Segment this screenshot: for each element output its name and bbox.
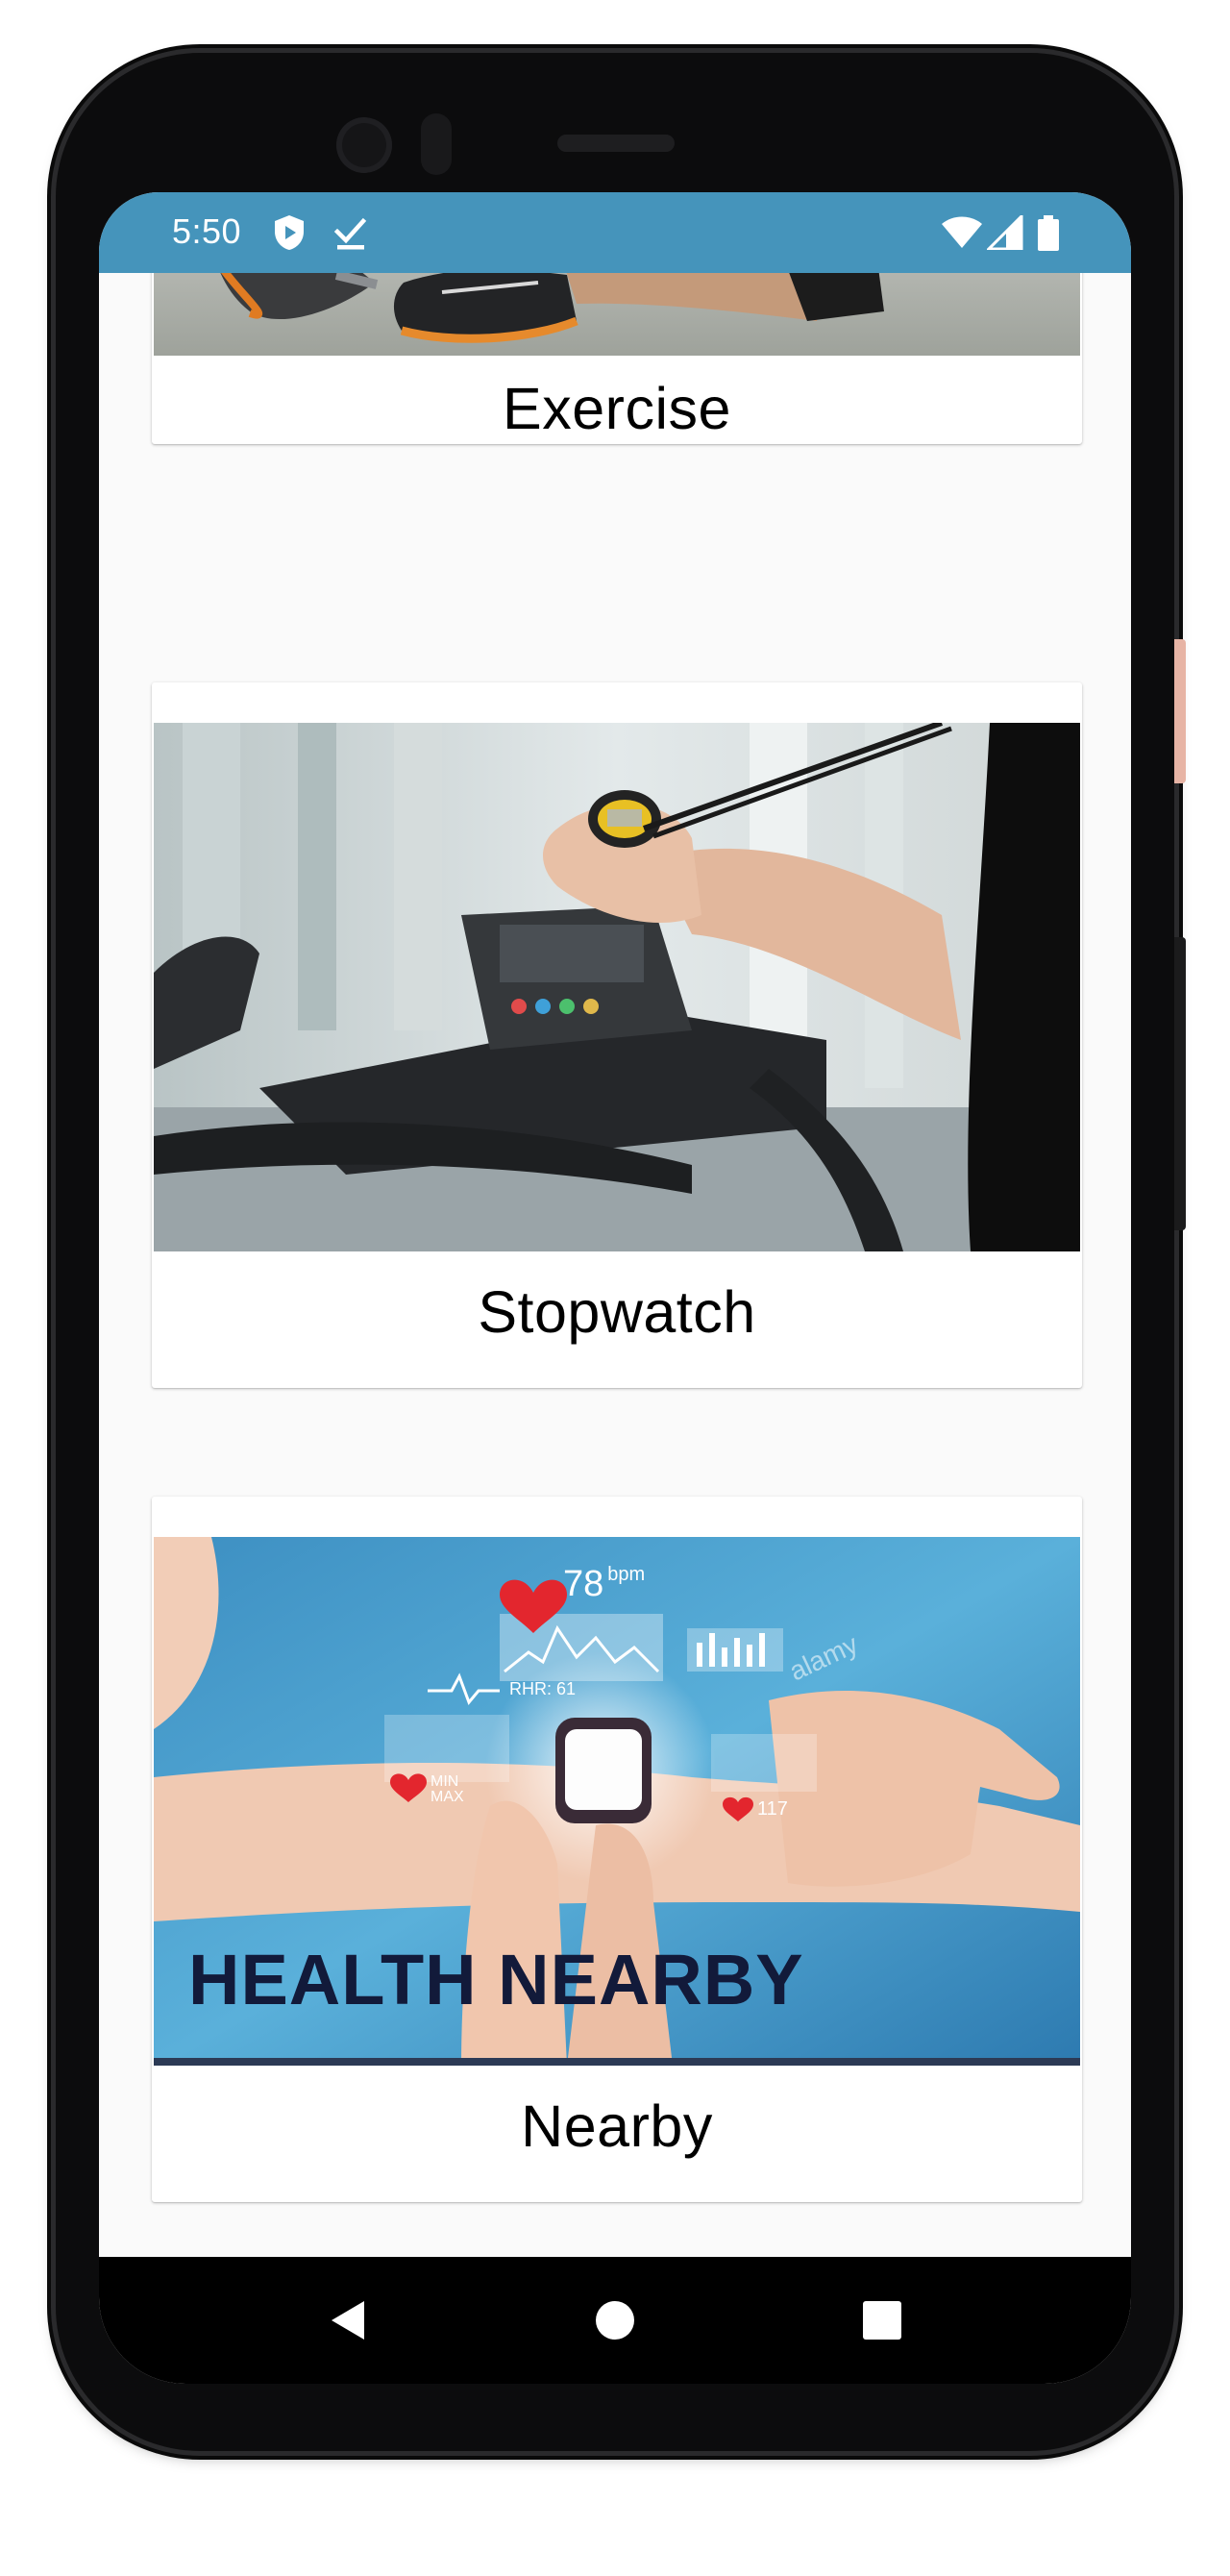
card-label-stopwatch: Stopwatch: [478, 1279, 756, 1345]
proximity-sensor: [421, 113, 452, 175]
recents-icon[interactable]: [824, 2257, 940, 2384]
card-nearby[interactable]: 78 bpm RHR: 61 MIN MAX 117 alamy HEALTH N…: [152, 1497, 1082, 2202]
card-label-nearby: Nearby: [521, 2093, 713, 2159]
home-icon[interactable]: [557, 2257, 673, 2384]
navigation-bar: [99, 2257, 1131, 2384]
nearby-image: 78 bpm RHR: 61 MIN MAX 117 alamy HEALTH N…: [154, 1537, 1080, 2066]
card-exercise[interactable]: Exercise: [152, 273, 1082, 444]
back-icon[interactable]: [289, 2257, 405, 2384]
exercise-image: [154, 273, 1080, 356]
heart-rate-unit: bpm: [607, 1564, 646, 1585]
status-bar: 5:50: [99, 192, 1131, 273]
front-camera: [336, 117, 392, 173]
wifi-icon: [941, 215, 983, 255]
earpiece-speaker: [557, 135, 675, 152]
card-stopwatch[interactable]: Stopwatch: [152, 682, 1082, 1388]
status-time: 5:50: [172, 211, 242, 251]
signal-icon: [985, 212, 1023, 255]
category-list[interactable]: Exercise Stopwatch 78 bpm RHR: 61 MIN MA…: [99, 273, 1131, 2257]
device-screen: 5:50 Exercise Stopwatch 78 bpm RHR: 61 M…: [99, 192, 1131, 2384]
min-max-text: MIN MAX: [430, 1773, 464, 1805]
volume-button: [1174, 639, 1186, 783]
health-nearby-banner: HEALTH NEARBY: [188, 1940, 804, 2019]
power-button: [1174, 937, 1186, 1230]
heart-rate-value: 78 bpm: [563, 1564, 646, 1604]
small-bpm-text: 117: [757, 1798, 788, 1820]
battery-icon: [1037, 215, 1060, 257]
rhr-text: RHR: 61: [509, 1679, 577, 1698]
stopwatch-image: [154, 723, 1080, 1251]
download-done-icon: [333, 213, 368, 257]
card-label-exercise: Exercise: [503, 376, 731, 441]
shield-icon: [272, 213, 307, 257]
